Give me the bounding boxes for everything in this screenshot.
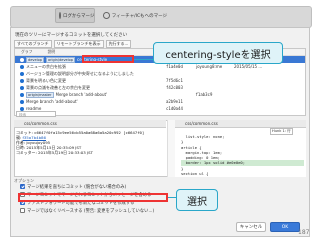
commit-message: バージョン管理の説明部分が中央寄せになるようにしました: [26, 70, 134, 76]
commit-node-icon: [20, 71, 24, 76]
feature-merge-button[interactable]: フィーチャ/ICもへのマージ: [100, 8, 170, 23]
search-input[interactable]: 検索: [16, 111, 56, 117]
option-checkbox[interactable]: [20, 184, 25, 189]
commit-hash: f42c003: [166, 85, 183, 90]
diff-pane: css/common.css Hunk 1: 行 list-style: non…: [175, 120, 306, 177]
commit-author: joyoung8:me: [196, 64, 223, 69]
diff-file-label: css/common.css: [185, 121, 218, 126]
commit-node-icon: [20, 78, 24, 83]
commit-value: c6647f0fa15c9ee56cb55a0a68a6a5a20c992 [c…: [34, 130, 145, 135]
cancel-button[interactable]: キャンセル: [236, 222, 266, 232]
highlight-centering-style-row: [82, 55, 134, 63]
commit-message: 背景の点滅を改善と左の余白を変更: [26, 84, 90, 90]
commit-hash: a2b9e11: [166, 99, 183, 104]
option-label: マージ結果を直ちにコミット (競合がない場合のみ): [27, 185, 127, 190]
diff-code: list-style: none;} article { margin-top: …: [181, 134, 304, 176]
merge-from-log-button[interactable]: ログからマージ: [55, 8, 95, 23]
committer-value: 2015年5月19日 20:33:03 JST: [38, 150, 93, 155]
option-item[interactable]: マージ結果を直ちにコミット (競合がない場合のみ): [14, 184, 306, 192]
file-tab[interactable]: css/common.css: [14, 120, 166, 128]
commit-node-icon: [20, 64, 24, 69]
tab-remote-branches[interactable]: リモートブランチを表示: [53, 40, 104, 48]
merge-icon: [59, 12, 61, 19]
option-item[interactable]: マージではなくリベースする (警告: 変更をプッシュしていない...): [14, 208, 306, 216]
committer-label: コミッター:: [16, 150, 37, 155]
commit-hash: 7f5d6c1: [166, 78, 183, 83]
branch-tag: origin/develop: [45, 56, 76, 63]
merge-from-log-label: ログからマージ: [63, 13, 95, 19]
commit-hash: f1ab3c9: [195, 92, 213, 97]
branch-tag: origin/master: [26, 91, 54, 98]
dialog-prompt: 現在のツリーにマージするコミットを選択してください: [15, 33, 128, 38]
commit-message: メニューの余白を拡張: [26, 63, 66, 69]
commit-message: Merge branch 'add-about': [55, 92, 108, 97]
commit-row[interactable]: メニューの余白を拡張 f1a4e0d joyoung8:me 2015/05/15 .…: [15, 63, 305, 70]
commit-date: 2015/05/15 ...: [234, 64, 263, 69]
branch-filter-tabs: すべてのブランチ リモートブランチを表示 先行する...: [14, 40, 132, 48]
commit-row[interactable]: Merge branch 'add-about' a2b9e11: [15, 98, 305, 105]
feature-icon: [103, 12, 110, 19]
commit-row[interactable]: バージョン管理の説明部分が中央寄せになるようにしました: [15, 70, 305, 77]
highlight-fast-forward-option: [18, 193, 168, 202]
tab-all-branches[interactable]: すべてのブランチ: [14, 40, 52, 48]
diff-file-header: css/common.css: [175, 120, 306, 128]
commit-node-icon: [20, 57, 24, 62]
commit-row[interactable]: 背景を明るい色に変更 7f5d6c1: [15, 77, 305, 84]
tab-ahead[interactable]: 先行する...: [105, 40, 132, 48]
option-checkbox[interactable]: [20, 208, 25, 213]
graph-column-header: グラフ: [21, 49, 33, 54]
commit-node-icon: [20, 85, 24, 90]
commit-node-icon: [20, 92, 24, 97]
option-label: マージではなくリベースする (警告: 変更をプッシュしていない...): [27, 209, 155, 214]
commit-row[interactable]: origin/master Merge branch 'add-about' f1a…: [15, 91, 305, 98]
commit-message: 背景を明るい色に変更: [26, 77, 66, 83]
callout-top: centering-styleを選択: [153, 42, 283, 64]
ok-button[interactable]: OK: [270, 222, 300, 232]
branch-tag: develop: [26, 56, 44, 63]
feature-merge-label: フィーチャ/ICもへのマージ: [111, 13, 167, 19]
commit-hash: f1a4e0d: [166, 64, 183, 69]
commit-hash: c1d0a44: [166, 106, 183, 111]
commit-row[interactable]: readme c1d0a44: [15, 105, 305, 112]
code-line: section ul {: [181, 171, 209, 177]
commit-message: Merge branch 'add-about': [26, 99, 78, 104]
file-tab-label: css/common.css: [24, 121, 57, 126]
callout-bottom: 選択: [176, 189, 218, 211]
commit-row[interactable]: Merge ssh...: [15, 112, 305, 115]
commit-node-icon: [20, 106, 24, 111]
commit-node-icon: [20, 99, 24, 104]
commit-row[interactable]: 背景の点滅を改善と左の余白を変更 f42c003: [15, 84, 305, 91]
commit-detail-pane: css/common.css コミット: c6647f0fa15c9ee56cb…: [14, 120, 166, 177]
callout-top-connector: [134, 59, 154, 60]
page-number: 187: [298, 229, 310, 236]
description-column-header: 説明: [47, 49, 56, 54]
